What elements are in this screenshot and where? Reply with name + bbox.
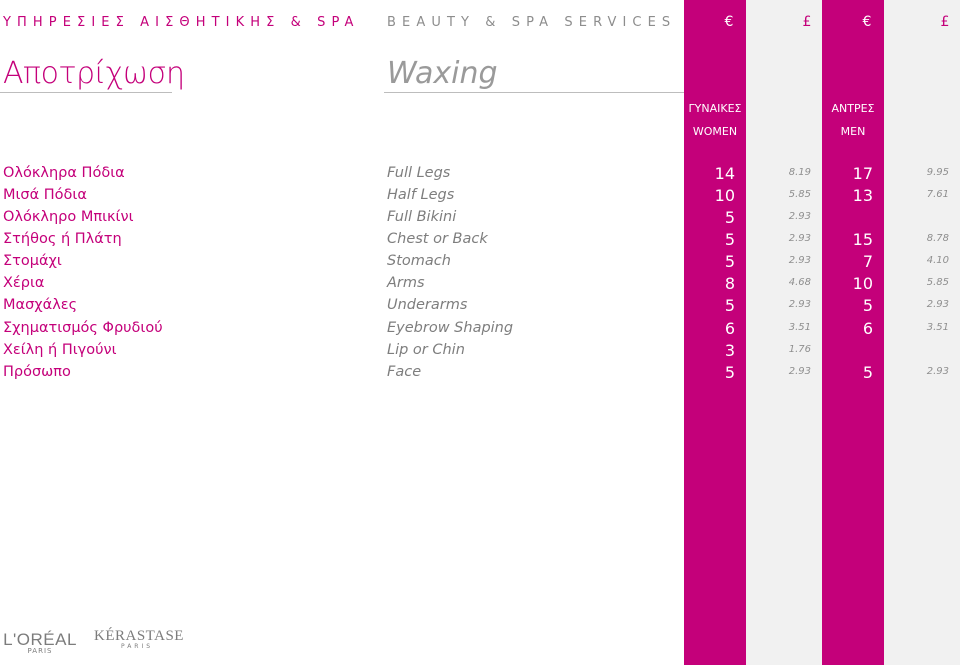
service-row: Χείλη ή Πιγούνι Lip or Chin 3 1.76 xyxy=(0,341,960,364)
women-price-euro: 8 xyxy=(724,274,735,293)
men-price-pound: 5.85 xyxy=(926,277,949,288)
women-price-euro: 3 xyxy=(724,341,735,360)
service-name-english: Full Legs xyxy=(387,165,451,181)
section-title-greek: Αποτρίχωση xyxy=(3,56,185,91)
service-name-greek: Χέρια xyxy=(3,275,45,291)
service-name-greek: Χείλη ή Πιγούνι xyxy=(3,342,117,358)
men-price-pound: 8.78 xyxy=(926,233,949,244)
men-pound-symbol: £ xyxy=(940,14,950,30)
women-price-pound: 2.93 xyxy=(788,255,811,266)
title-divider xyxy=(384,92,684,93)
women-price-pound: 5.85 xyxy=(788,189,811,200)
men-price-euro: 5 xyxy=(862,296,873,315)
service-name-greek: Πρόσωπο xyxy=(3,364,71,380)
service-name-english: Arms xyxy=(387,275,425,291)
kerastase-logo: KÉRASTASE PARIS xyxy=(94,628,183,650)
service-name-english: Half Legs xyxy=(387,187,455,203)
service-name-english: Stomach xyxy=(387,253,451,269)
service-name-greek: Μασχάλες xyxy=(3,297,78,313)
women-price-pound: 1.76 xyxy=(788,344,811,355)
women-price-pound: 4.68 xyxy=(788,277,811,288)
men-label-english: MEN xyxy=(840,125,866,138)
women-price-pound: 2.93 xyxy=(788,211,811,222)
women-price-pound: 2.93 xyxy=(788,233,811,244)
women-price-euro: 10 xyxy=(714,186,735,205)
men-price-euro: 10 xyxy=(852,274,873,293)
women-price-euro: 5 xyxy=(724,363,735,382)
women-price-euro: 5 xyxy=(724,208,735,227)
service-name-greek: Ολόκληρα Πόδια xyxy=(3,165,125,181)
women-price-euro: 6 xyxy=(724,319,735,338)
women-euro-symbol: € xyxy=(724,14,734,30)
header-english: BEAUTY & SPA SERVICES xyxy=(387,15,677,30)
women-price-pound: 8.19 xyxy=(788,167,811,178)
men-euro-symbol: € xyxy=(862,14,872,30)
service-name-english: Eyebrow Shaping xyxy=(387,320,514,336)
women-label-greek: ΓΥΝΑΙΚΕΣ xyxy=(688,102,742,115)
men-price-euro: 17 xyxy=(852,164,873,183)
men-price-euro: 7 xyxy=(862,252,873,271)
men-price-pound: 2.93 xyxy=(926,366,949,377)
women-price-euro: 14 xyxy=(714,164,735,183)
men-price-pound: 3.51 xyxy=(926,322,949,333)
service-name-english: Face xyxy=(387,364,422,380)
service-row: Σχηματισμός Φρυδιού Eyebrow Shaping 6 3.… xyxy=(0,319,960,342)
service-name-english: Full Bikini xyxy=(387,209,457,225)
service-row: Μασχάλες Underarms 5 2.93 5 2.93 xyxy=(0,296,960,319)
men-label-greek: ΑΝΤΡΕΣ xyxy=(831,102,875,115)
women-price-euro: 5 xyxy=(724,252,735,271)
loreal-logo: L'ORÉAL PARIS xyxy=(2,630,78,655)
women-price-pound: 2.93 xyxy=(788,299,811,310)
service-name-english: Chest or Back xyxy=(387,231,488,247)
men-price-euro: 13 xyxy=(852,186,873,205)
service-row: Ολόκληρα Πόδια Full Legs 14 8.19 17 9.95 xyxy=(0,164,960,187)
women-price-euro: 5 xyxy=(724,296,735,315)
women-pound-symbol: £ xyxy=(802,14,812,30)
service-row: Στήθος ή Πλάτη Chest or Back 5 2.93 15 8… xyxy=(0,230,960,253)
service-name-english: Lip or Chin xyxy=(387,342,465,358)
women-label-english: WOMEN xyxy=(692,125,738,138)
men-price-euro: 5 xyxy=(862,363,873,382)
men-price-euro: 6 xyxy=(862,319,873,338)
women-price-pound: 3.51 xyxy=(788,322,811,333)
service-row: Στομάχι Stomach 5 2.93 7 4.10 xyxy=(0,252,960,275)
header-greek: ΥΠΗΡΕΣΙΕΣ ΑΙΣΘΗΤΙΚΗΣ & SPA xyxy=(3,15,360,30)
men-price-pound: 2.93 xyxy=(926,299,949,310)
title-divider xyxy=(0,92,172,93)
service-name-greek: Ολόκληρο Μπικίνι xyxy=(3,209,134,225)
service-name-greek: Στομάχι xyxy=(3,253,62,269)
men-price-pound: 4.10 xyxy=(926,255,949,266)
service-name-greek: Σχηματισμός Φρυδιού xyxy=(3,320,163,336)
men-price-pound: 9.95 xyxy=(926,167,949,178)
service-row: Μισά Πόδια Half Legs 10 5.85 13 7.61 xyxy=(0,186,960,209)
service-name-greek: Στήθος ή Πλάτη xyxy=(3,231,122,247)
women-price-pound: 2.93 xyxy=(788,366,811,377)
section-title-english: Waxing xyxy=(387,56,498,91)
men-price-euro: 15 xyxy=(852,230,873,249)
men-price-pound: 7.61 xyxy=(926,189,949,200)
service-row: Πρόσωπο Face 5 2.93 5 2.93 xyxy=(0,363,960,386)
service-row: Ολόκληρο Μπικίνι Full Bikini 5 2.93 xyxy=(0,208,960,231)
service-row: Χέρια Arms 8 4.68 10 5.85 xyxy=(0,274,960,297)
women-price-euro: 5 xyxy=(724,230,735,249)
service-name-greek: Μισά Πόδια xyxy=(3,187,87,203)
service-name-english: Underarms xyxy=(387,297,468,313)
